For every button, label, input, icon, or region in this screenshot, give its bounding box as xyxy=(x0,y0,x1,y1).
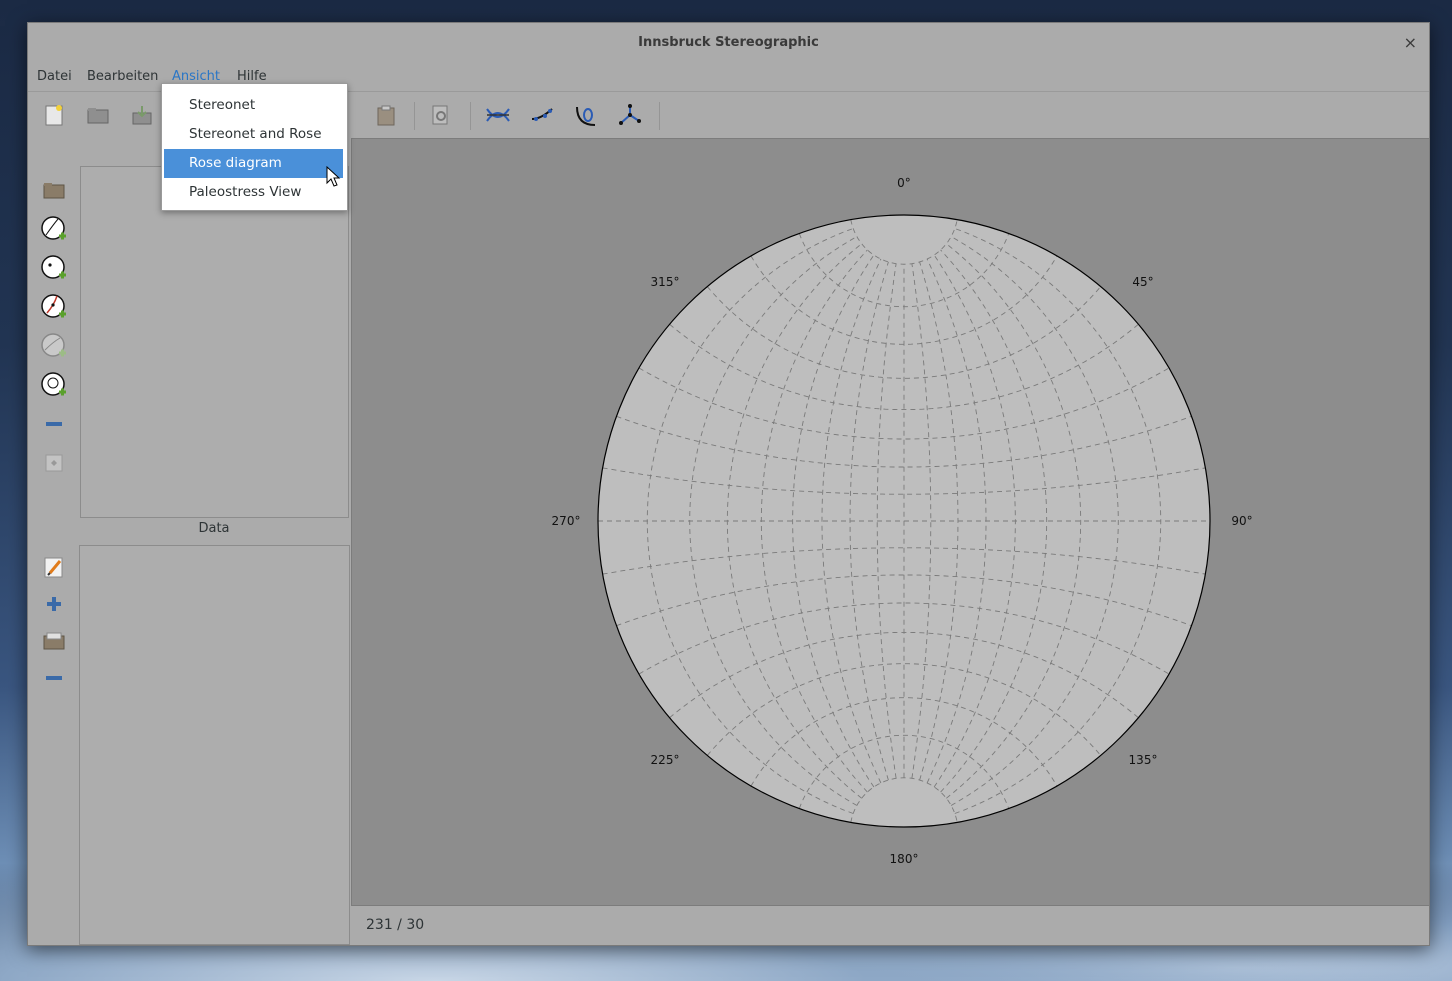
add-row-icon[interactable] xyxy=(38,588,70,620)
azimuth-label: 45° xyxy=(1132,275,1153,289)
properties-icon[interactable] xyxy=(38,447,70,479)
save-icon[interactable] xyxy=(127,100,157,130)
fault-plane-icon[interactable] xyxy=(483,100,513,130)
data-panel[interactable] xyxy=(79,545,350,945)
azimuth-label: 0° xyxy=(897,176,911,190)
remove-row-icon[interactable] xyxy=(38,662,70,694)
azimuth-label: 90° xyxy=(1231,514,1252,528)
data-panel-label: Data xyxy=(198,521,230,536)
menuitem-stereonet-and-rose[interactable]: Stereonet and Rose xyxy=(164,120,343,149)
menu-bearbeiten[interactable]: Bearbeiten xyxy=(79,66,166,90)
add-plane-icon[interactable] xyxy=(38,213,70,245)
folder-icon[interactable] xyxy=(38,174,70,206)
add-line-icon[interactable] xyxy=(38,252,70,284)
zoom-icon[interactable] xyxy=(426,100,456,130)
status-bar: 231 / 30 xyxy=(366,917,425,933)
mouse-cursor-icon xyxy=(326,166,341,187)
new-file-icon[interactable] xyxy=(39,100,69,130)
ansicht-dropdown-menu: Stereonet Stereonet and Rose Rose diagra… xyxy=(161,83,348,211)
eigenvector-icon[interactable] xyxy=(615,100,645,130)
smallcircle-icon[interactable] xyxy=(571,100,601,130)
remove-icon[interactable] xyxy=(38,408,70,440)
azimuth-label: 225° xyxy=(651,753,680,767)
linear-icon[interactable] xyxy=(527,100,557,130)
add-circle-icon[interactable] xyxy=(38,369,70,401)
edit-icon[interactable] xyxy=(38,551,70,583)
open-folder-icon[interactable] xyxy=(83,100,113,130)
menuitem-stereonet[interactable]: Stereonet xyxy=(164,91,343,120)
paste-icon[interactable] xyxy=(371,100,401,130)
menu-datei[interactable]: Datei xyxy=(29,66,80,90)
azimuth-label: 135° xyxy=(1129,753,1158,767)
add-fault-icon[interactable] xyxy=(38,291,70,323)
layers-panel[interactable] xyxy=(80,166,349,518)
azimuth-label: 180° xyxy=(890,852,919,866)
stereonet-plot: 0° 45° 90° 135° 180° 225° 270° 315° xyxy=(552,176,1253,866)
open-data-icon[interactable] xyxy=(38,625,70,657)
plot-canvas[interactable]: 0° 45° 90° 135° 180° 225° 270° 315° xyxy=(351,138,1430,906)
window-title: Innsbruck Stereographic xyxy=(638,35,819,50)
close-button[interactable]: × xyxy=(1404,23,1417,63)
add-smallcircle-icon[interactable] xyxy=(38,330,70,362)
azimuth-label: 270° xyxy=(552,514,581,528)
azimuth-label: 315° xyxy=(651,275,680,289)
menuitem-paleostress-view[interactable]: Paleostress View xyxy=(164,178,343,207)
menuitem-rose-diagram[interactable]: Rose diagram xyxy=(164,149,343,178)
